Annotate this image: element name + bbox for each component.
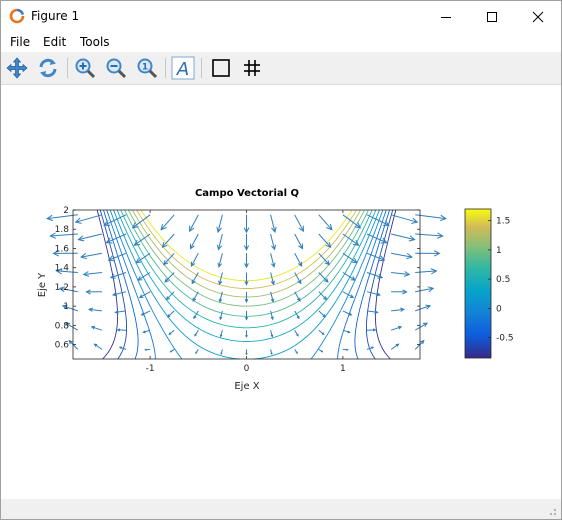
close-icon	[532, 11, 544, 22]
menu-tools[interactable]: Tools	[80, 35, 110, 49]
colorbar	[464, 208, 492, 359]
close-button[interactable]	[515, 1, 561, 32]
minimize-icon	[441, 16, 451, 18]
svg-text:A: A	[176, 59, 189, 80]
toolbar-separator	[165, 58, 166, 78]
x-tick-label: 1	[340, 364, 346, 374]
figure-canvas: Campo Vectorial Q Eje X Eje Y -1 0 1 0.6 0.…	[1, 85, 561, 499]
box-icon	[212, 59, 230, 77]
insert-text-icon: A	[171, 56, 195, 80]
grid-icon	[244, 60, 260, 76]
quiver-plot[interactable]: Campo Vectorial Q Eje X Eje Y -1 0 1 0.6 0.…	[1, 85, 561, 499]
maximize-button[interactable]	[469, 1, 515, 32]
colorbar-tick-label: 1	[496, 246, 502, 256]
figure-toolbar: 1 A	[1, 52, 561, 85]
y-tick-label: 0.8	[55, 321, 70, 331]
colorbar-tick-label: 0	[496, 304, 502, 314]
zoom-reset-button[interactable]: 1	[134, 55, 160, 81]
grid-button[interactable]	[239, 55, 265, 81]
y-tick-label: 0.6	[55, 341, 70, 351]
window-title: Figure 1	[31, 9, 80, 23]
y-axis-label: Eje Y	[37, 272, 48, 297]
menu-file[interactable]: File	[10, 35, 30, 49]
menu-edit[interactable]: Edit	[43, 35, 66, 49]
y-tick-label: 2	[63, 206, 69, 216]
chart-title: Campo Vectorial Q	[195, 188, 299, 199]
figure-window: Figure 1 File Edit Tools 1 A Campo Vecto…	[0, 0, 562, 520]
maximize-icon	[487, 11, 497, 22]
x-tick-label: -1	[146, 364, 155, 374]
x-axis-label: Eje X	[234, 381, 259, 392]
minimize-button[interactable]	[423, 1, 469, 32]
colorbar-ticks: -0.5 0 0.5 1 1.5	[488, 217, 514, 344]
colorbar-tick-label: 1.5	[496, 217, 510, 227]
title-bar: Figure 1	[1, 1, 561, 32]
zoom-in-button[interactable]	[72, 55, 98, 81]
x-tick-label: 0	[244, 364, 250, 374]
y-tick-label: 1.6	[55, 244, 70, 254]
resize-grip-icon[interactable]	[547, 506, 557, 516]
y-tick-label: 1.8	[55, 225, 70, 235]
zoom-out-icon	[106, 58, 127, 79]
toolbar-separator	[201, 58, 202, 78]
colorbar-tick-label: -0.5	[496, 334, 514, 344]
pan-icon	[6, 57, 28, 79]
y-tick-label: 1.2	[55, 283, 69, 293]
insert-text-button[interactable]: A	[170, 55, 196, 81]
zoom-in-icon	[75, 58, 96, 79]
pan-button[interactable]	[4, 55, 30, 81]
zoom-out-button[interactable]	[103, 55, 129, 81]
y-tick-label: 1.4	[55, 264, 70, 274]
zoom-reset-icon: 1	[137, 58, 158, 79]
toolbar-separator	[67, 58, 68, 78]
box-button[interactable]	[208, 55, 234, 81]
rotate-button[interactable]	[35, 55, 61, 81]
status-bar	[1, 499, 561, 519]
matlab-logo-icon	[9, 8, 25, 24]
colorbar-tick-label: 0.5	[496, 275, 510, 285]
svg-text:1: 1	[142, 63, 148, 73]
menu-bar: File Edit Tools	[1, 32, 561, 52]
rotate-icon	[39, 58, 57, 78]
y-tick-label: 1	[63, 302, 69, 312]
